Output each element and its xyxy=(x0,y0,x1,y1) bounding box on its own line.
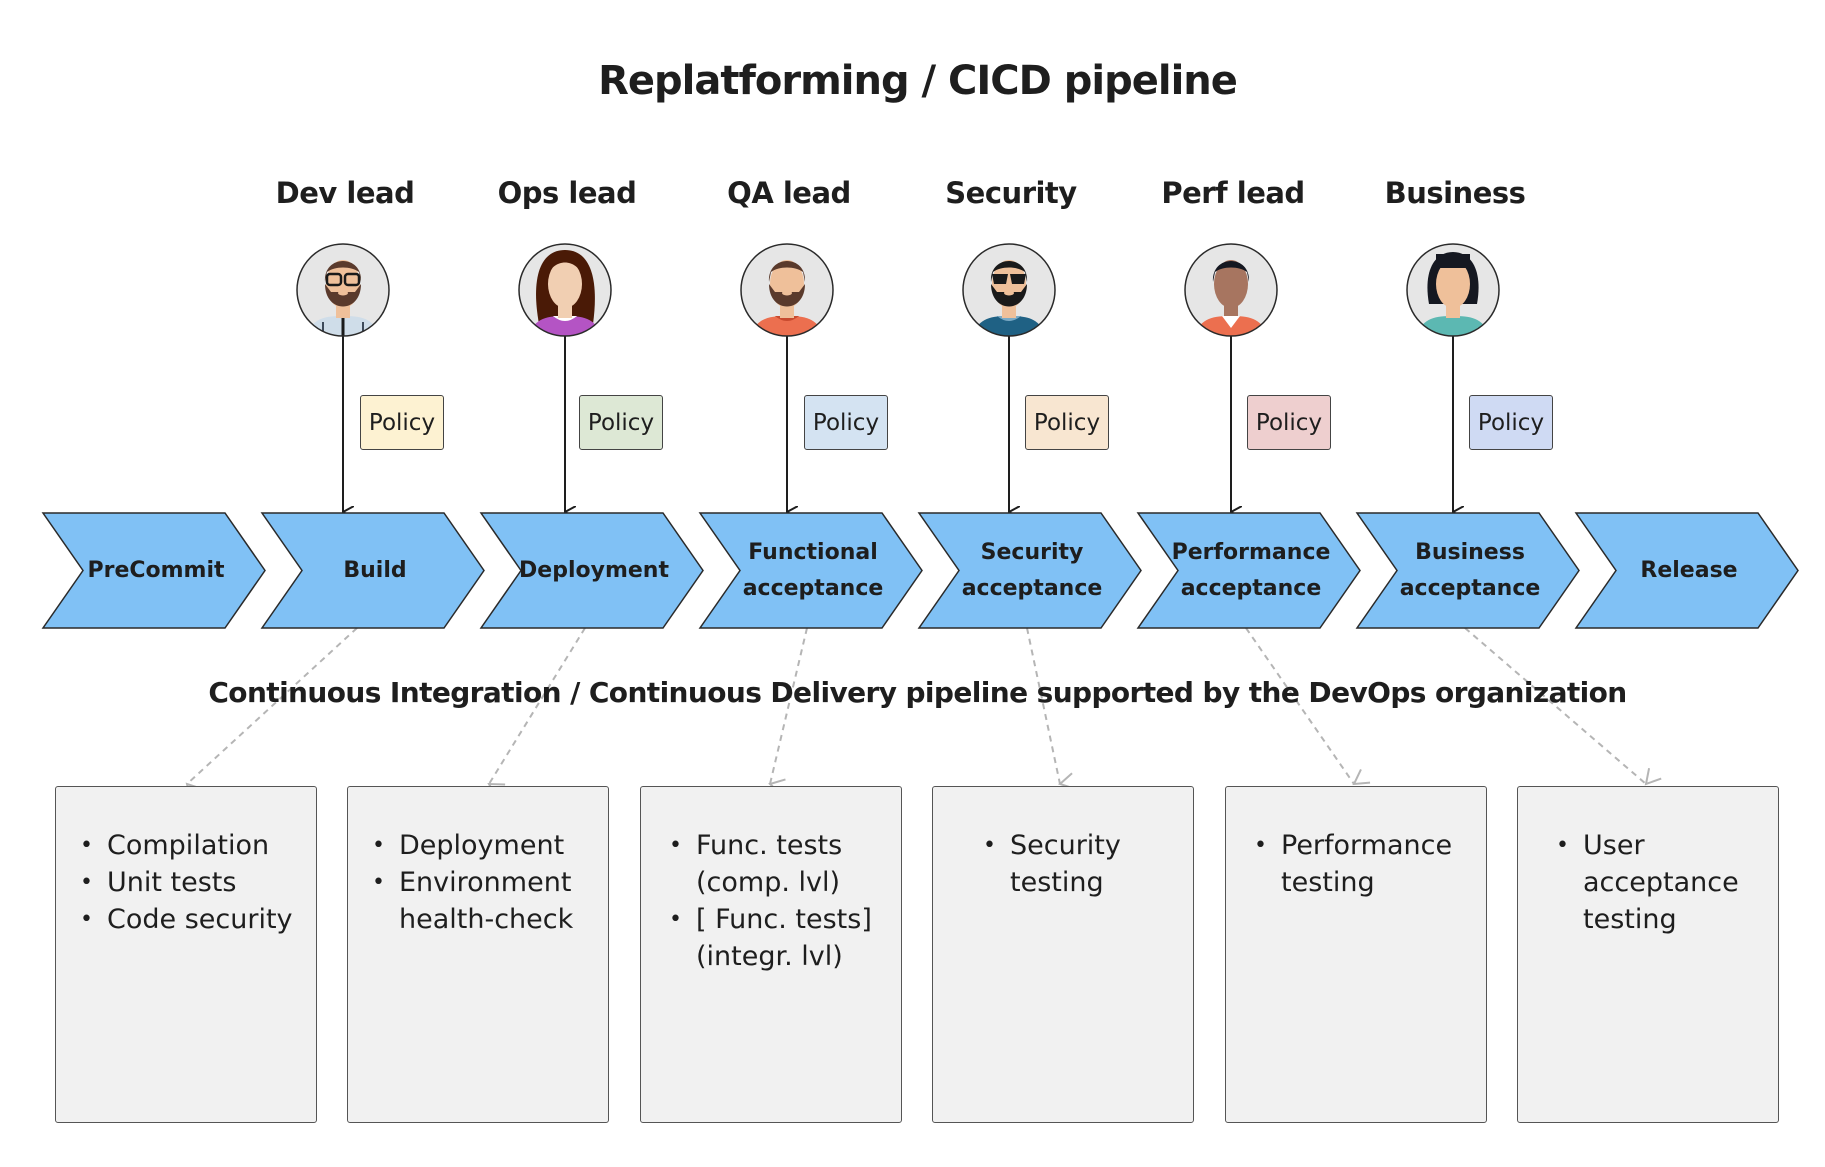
bullet-icon: • xyxy=(1254,833,1267,858)
activity-text: User acceptance testing xyxy=(1583,830,1739,935)
activity-list: • Security testing xyxy=(983,827,1121,901)
activity-list: • Performance testing xyxy=(1254,827,1452,901)
activity-text: Compilation xyxy=(107,830,270,861)
stage-label: Deployment xyxy=(519,557,669,583)
activity-list-item: • Unit tests xyxy=(80,864,293,901)
activity-list-item: • Security testing xyxy=(983,827,1121,901)
bullet-icon: • xyxy=(983,833,996,858)
activity-list-item: • Code security xyxy=(80,901,293,938)
stage-label: Functional acceptance xyxy=(742,539,884,601)
role-label: Security xyxy=(945,176,1077,210)
stage-label: Build xyxy=(343,557,407,583)
bullet-icon: • xyxy=(80,833,93,858)
role-label: Business xyxy=(1384,176,1526,210)
activity-list: • Deployment • Environment health-check xyxy=(372,827,573,938)
woman-bob-hair-avatar-icon xyxy=(1406,243,1500,337)
activity-list-item: • [ Func. tests] (integr. lvl) xyxy=(669,901,872,975)
stage-label: PreCommit xyxy=(87,557,225,583)
bullet-icon: • xyxy=(372,833,385,858)
policy-box[interactable]: Policy xyxy=(360,395,444,450)
policy-box[interactable]: Policy xyxy=(579,395,663,450)
activity-list: • Func. tests (comp. lvl) • [ Func. tests] … xyxy=(669,827,872,975)
bullet-icon: • xyxy=(80,907,93,932)
activity-text: Unit tests xyxy=(107,867,237,898)
bullet-icon: • xyxy=(669,833,682,858)
activity-text: Func. tests (comp. lvl) xyxy=(696,830,843,898)
activity-text: Environment health-check xyxy=(399,867,574,935)
activity-list-item: • User acceptance testing xyxy=(1556,827,1739,938)
activity-box: • Func. tests (comp. lvl) • [ Func. tests] … xyxy=(640,786,902,1123)
role-label: Perf lead xyxy=(1161,176,1305,210)
bearded-man-glasses-avatar-icon xyxy=(296,243,390,337)
activity-text: Code security xyxy=(107,904,293,935)
pipeline-subtitle: Continuous Integration / Continuous Deli… xyxy=(208,676,1627,709)
activity-list-item: • Compilation xyxy=(80,827,293,864)
activity-list: • User acceptance testing xyxy=(1556,827,1739,938)
bullet-icon: • xyxy=(1556,833,1569,858)
bearded-man-sunglasses-avatar-icon xyxy=(962,243,1056,337)
role-label: Dev lead xyxy=(275,176,415,210)
activity-list-item: • Performance testing xyxy=(1254,827,1452,901)
stage-label: Release xyxy=(1640,557,1738,583)
activity-box: • Security testing xyxy=(932,786,1194,1123)
activity-list: • Compilation • Unit tests • Code security xyxy=(80,827,293,938)
activity-list-item: • Deployment xyxy=(372,827,573,864)
activity-box: • Deployment • Environment health-check xyxy=(347,786,609,1123)
stage-label: Business acceptance xyxy=(1399,539,1541,601)
bullet-icon: • xyxy=(669,907,682,932)
activity-list-item: • Func. tests (comp. lvl) xyxy=(669,827,872,901)
role-label: Ops lead xyxy=(497,176,637,210)
role-label: QA lead xyxy=(727,176,851,210)
long-haired-woman-avatar-icon xyxy=(518,243,612,337)
activity-box: • User acceptance testing xyxy=(1517,786,1779,1123)
page-title: Replatforming / CICD pipeline xyxy=(598,58,1238,104)
activity-box: • Performance testing xyxy=(1225,786,1487,1123)
policy-box[interactable]: Policy xyxy=(804,395,888,450)
policy-box[interactable]: Policy xyxy=(1469,395,1553,450)
activity-list-item: • Environment health-check xyxy=(372,864,573,938)
bearded-man-avatar-icon xyxy=(740,243,834,337)
activity-text: [ Func. tests] (integr. lvl) xyxy=(696,904,872,972)
bullet-icon: • xyxy=(80,870,93,895)
stage-label: Performance acceptance xyxy=(1171,539,1331,601)
activity-text: Performance testing xyxy=(1281,830,1453,898)
activity-text: Security testing xyxy=(1010,830,1121,898)
stage-label: Security acceptance xyxy=(961,539,1103,601)
policy-box[interactable]: Policy xyxy=(1247,395,1331,450)
man-short-hair-avatar-icon xyxy=(1184,243,1278,337)
activity-text: Deployment xyxy=(399,830,565,861)
policy-box[interactable]: Policy xyxy=(1025,395,1109,450)
activity-box: • Compilation • Unit tests • Code security xyxy=(55,786,317,1123)
bullet-icon: • xyxy=(372,870,385,895)
